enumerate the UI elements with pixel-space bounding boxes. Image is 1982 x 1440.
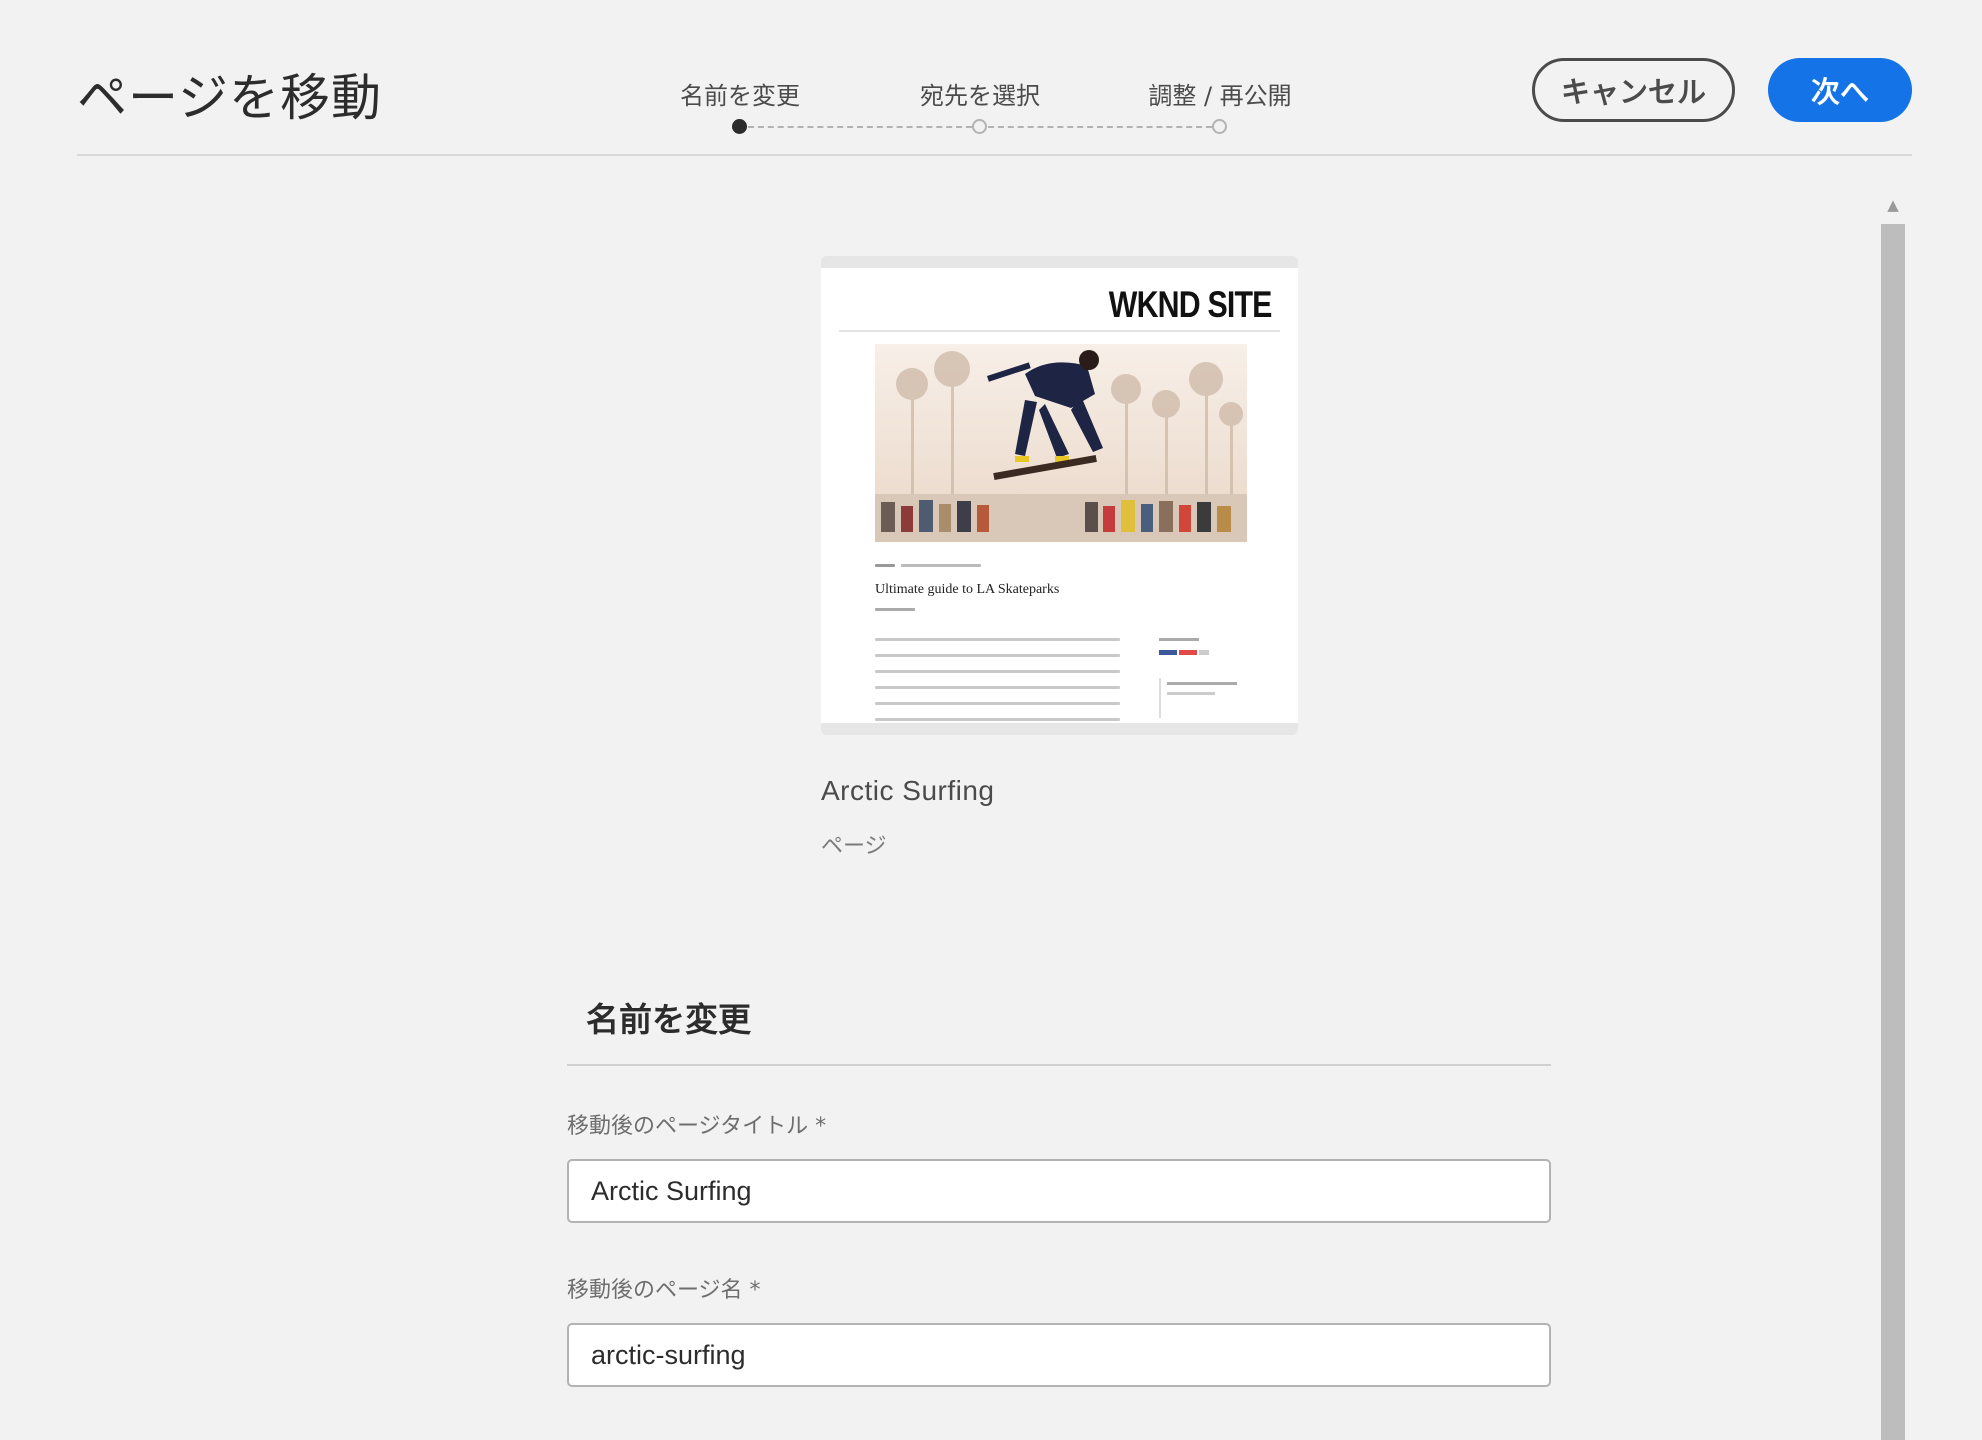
hero-image-skateboarder: [875, 344, 1247, 542]
thumbnail-sidebar-rule: [1159, 678, 1161, 718]
thumbnail-text-line: [875, 702, 1120, 705]
page-thumbnail: WKND SITE Ultimate guide to LA Skatepark…: [821, 268, 1298, 723]
header-divider: [77, 154, 1912, 156]
next-button[interactable]: 次へ: [1768, 58, 1912, 122]
thumbnail-breadcrumb-bar: [875, 564, 895, 567]
thumbnail-article-title: Ultimate guide to LA Skateparks: [875, 582, 1060, 597]
thumbnail-breadcrumb-bar: [901, 564, 981, 567]
thumbnail-sidebar-heading: [1159, 638, 1199, 641]
step-rename-dot: [732, 119, 747, 134]
thumbnail-text-line: [875, 686, 1120, 689]
step-select-destination-dot: [972, 119, 987, 134]
step-rename-label[interactable]: 名前を変更: [680, 76, 800, 111]
section-divider: [567, 1064, 1551, 1066]
page-name-input[interactable]: [567, 1323, 1551, 1387]
thumbnail-sidebar-date: [1167, 692, 1215, 695]
page-title-input[interactable]: [567, 1159, 1551, 1223]
scrollbar-thumb[interactable]: [1881, 224, 1905, 1440]
thumbnail-share-button: [1179, 650, 1197, 655]
thumbnail-share-button: [1199, 650, 1209, 655]
scroll-up-arrow-icon[interactable]: ▲: [1880, 192, 1906, 218]
page-name: Arctic Surfing: [821, 775, 995, 806]
thumbnail-share-button: [1159, 650, 1177, 655]
step-select-destination-label[interactable]: 宛先を選択: [920, 76, 1040, 111]
page-preview-card: WKND SITE Ultimate guide to LA Skatepark…: [821, 256, 1298, 735]
thumbnail-author-bar: [875, 608, 915, 611]
thumbnail-text-line: [875, 718, 1120, 721]
thumbnail-sidebar-link: [1167, 682, 1237, 685]
thumbnail-text-line: [875, 654, 1120, 657]
cancel-button[interactable]: キャンセル: [1532, 58, 1735, 122]
page-name-field-label: 移動後のページ名 *: [567, 1278, 761, 1303]
step-connector: [988, 126, 1212, 128]
vertical-scrollbar[interactable]: ▲: [1880, 192, 1906, 1440]
page-title-field-label: 移動後のページタイトル *: [567, 1114, 827, 1139]
site-logo: WKND SITE: [1109, 284, 1273, 325]
step-connector: [748, 126, 972, 128]
thumbnail-divider: [839, 330, 1280, 332]
step-adjust-republish-dot: [1212, 119, 1227, 134]
page-type: ページ: [821, 834, 887, 859]
thumbnail-text-line: [875, 670, 1120, 673]
thumbnail-text-line: [875, 638, 1120, 641]
step-adjust-republish-label[interactable]: 調整 / 再公開: [1148, 76, 1291, 111]
rename-section-title: 名前を変更: [586, 1000, 751, 1039]
